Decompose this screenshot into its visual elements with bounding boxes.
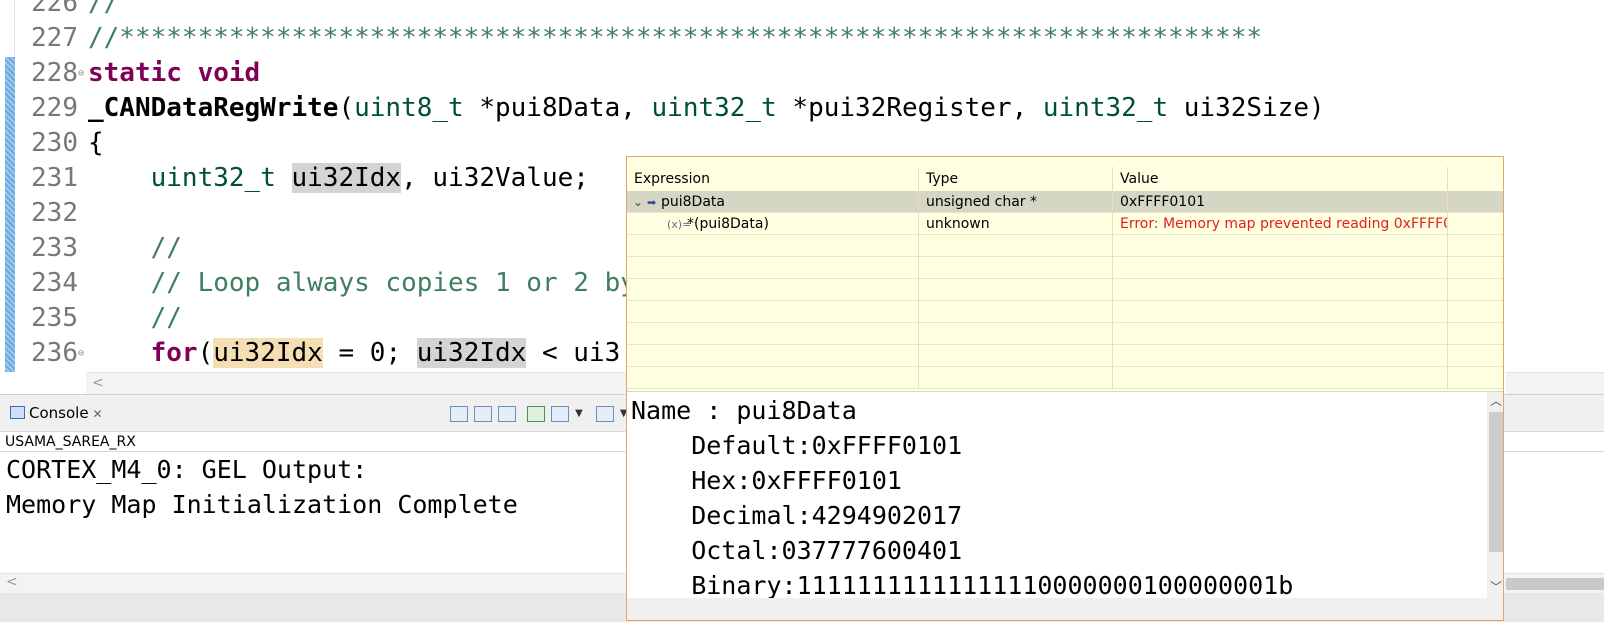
table-row: [627, 279, 1503, 301]
table-row: [627, 323, 1503, 345]
scrollbar-thumb[interactable]: [1489, 412, 1503, 552]
code-line-227: 227//***********************************…: [31, 23, 1262, 53]
detail-line: Default:0xFFFF0101: [631, 431, 963, 460]
console-icon: [10, 406, 25, 419]
console-name-label: USAMA_SAREA_RX: [5, 434, 136, 450]
display-console-icon[interactable]: [551, 405, 570, 422]
code-line-232: 232: [31, 198, 78, 228]
chevron-down-icon[interactable]: ﹀: [1490, 578, 1502, 595]
code-line-234: 234 // Loop always copies 1 or 2 by: [31, 268, 636, 298]
detail-line: Octal:037777600401: [631, 536, 963, 565]
error-value: Error: Memory map prevented reading 0xFF…: [1113, 213, 1448, 235]
code-line-233: 233 //: [31, 233, 182, 263]
console-output-line: Memory Map Initialization Complete: [6, 490, 518, 519]
detail-vertical-scrollbar[interactable]: ︿ ﹀: [1487, 392, 1503, 598]
close-icon[interactable]: ✕: [93, 407, 103, 421]
chevron-up-icon[interactable]: ︿: [1490, 392, 1502, 409]
tab-console[interactable]: Console ✕: [4, 401, 109, 425]
table-row: [627, 345, 1503, 367]
detail-line: Hex:0xFFFF0101: [631, 466, 902, 495]
highlighted-variable: ui32Idx: [416, 338, 527, 368]
column-header-value[interactable]: Value: [1113, 167, 1448, 191]
editor-scrollbar-track[interactable]: [1506, 372, 1604, 395]
function-name: _CANDataRegWrite: [88, 93, 339, 123]
detail-horizontal-scrollbar[interactable]: [627, 598, 1503, 620]
code-line-228: 228⊖ static void: [14, 56, 260, 91]
comment-text: //: [88, 0, 120, 18]
fold-collapse-icon[interactable]: ⊖: [78, 336, 88, 371]
scroll-left-icon[interactable]: <: [92, 375, 104, 391]
code-line-229: 229 _CANDataRegWrite(uint8_t *pui8Data, u…: [31, 93, 1325, 123]
code-line-235: 235 //: [31, 303, 182, 333]
table-row: [627, 257, 1503, 279]
column-header-expression[interactable]: Expression: [627, 167, 919, 191]
expression-hover-popup[interactable]: Expression Type Value ⌄ ➡ pui8Data unsigne…: [626, 156, 1504, 621]
console-output-line: CORTEX_M4_0: GEL Output:: [6, 455, 368, 484]
expression-table-header: Expression Type Value: [627, 167, 1503, 191]
word-wrap-icon[interactable]: [498, 405, 516, 422]
table-row: [627, 235, 1503, 257]
table-row[interactable]: ⌄ ➡ pui8Data unsigned char * 0xFFFF0101: [627, 191, 1503, 213]
detail-line: Name : pui8Data: [631, 396, 857, 425]
chevron-down-icon[interactable]: ▼: [575, 408, 583, 419]
comment-text: //**************************************…: [88, 23, 1262, 53]
code-line-236: 236⊖ for(ui32Idx = 0; ui32Idx < ui3: [14, 336, 620, 371]
scroll-left-icon[interactable]: <: [6, 574, 18, 590]
fold-collapse-icon[interactable]: ⊖: [78, 56, 88, 91]
detail-line: Decimal:4294902017: [631, 501, 963, 530]
pointer-variable-icon: ➡: [647, 196, 657, 209]
column-header-type[interactable]: Type: [919, 167, 1113, 191]
expression-icon: (x)=: [667, 218, 692, 231]
scrollbar-thumb[interactable]: [1506, 578, 1604, 590]
highlighted-variable: ui32Idx: [291, 163, 402, 193]
table-row[interactable]: (x)=*(pui8Data) unknown Error: Memory ma…: [627, 213, 1503, 235]
clear-console-icon[interactable]: [450, 405, 468, 422]
console-toolbar: ▼ ▼: [450, 403, 636, 423]
column-header-empty: [1448, 167, 1503, 191]
code-line-231: 231 uint32_t ui32Idx, ui32Value;: [31, 163, 589, 193]
editor-horizontal-scrollbar[interactable]: <: [86, 372, 626, 395]
pin-console-icon[interactable]: [527, 405, 546, 422]
chevron-down-icon[interactable]: ⌄: [633, 191, 647, 213]
code-line-226: 226//: [14, 0, 119, 21]
code-line-230: 230{: [31, 128, 104, 158]
open-console-icon[interactable]: [595, 405, 614, 422]
highlighted-variable: ui32Idx: [213, 338, 323, 368]
table-row: [627, 367, 1503, 389]
scroll-lock-icon[interactable]: [474, 405, 492, 422]
value-detail-pane[interactable]: Name : pui8Data Default:0xFFFF0101 Hex:0…: [627, 391, 1503, 620]
table-row: [627, 301, 1503, 323]
